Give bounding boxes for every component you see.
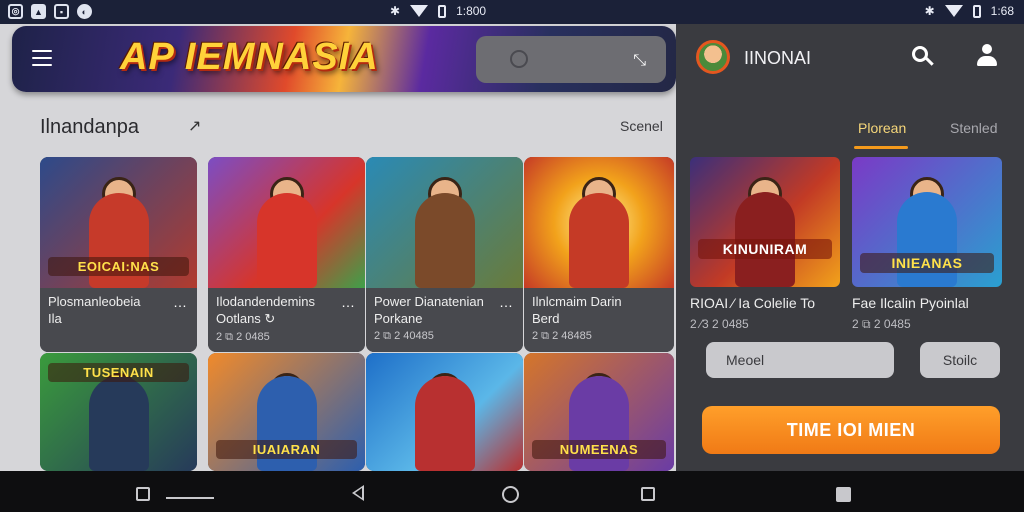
stop-icon[interactable] bbox=[836, 487, 851, 502]
wifi-icon bbox=[410, 5, 429, 17]
game-thumbnail bbox=[366, 157, 523, 288]
character-figure bbox=[569, 193, 629, 288]
featured-thumbnail: KINUNIRAM bbox=[690, 157, 840, 287]
avatar[interactable] bbox=[696, 40, 730, 74]
game-thumbnail bbox=[366, 353, 523, 471]
character-figure bbox=[256, 193, 317, 288]
character-figure bbox=[414, 193, 475, 288]
user-icon[interactable] bbox=[976, 44, 998, 68]
card-meta: Ilnlcmaim Darin Berd 2 ⧉ 2 48485 bbox=[524, 288, 674, 352]
status-time-right: 1:68 bbox=[990, 4, 1014, 18]
game-card[interactable]: Ilodandendemins Ootlans ↻ 2 ⧉ 2 0485 … bbox=[208, 157, 365, 352]
sync-notification-icon: ◐ bbox=[77, 4, 92, 19]
search-icon[interactable] bbox=[910, 44, 936, 70]
more-options-icon[interactable]: … bbox=[341, 294, 355, 310]
card-title: Power Dianatenian bbox=[374, 294, 484, 309]
hamburger-icon[interactable] bbox=[32, 50, 52, 66]
stock-button[interactable]: Stoilc bbox=[920, 342, 1000, 378]
card-meta: Ilodandendemins Ootlans ↻ 2 ⧉ 2 0485 … bbox=[208, 288, 365, 352]
game-card[interactable] bbox=[366, 353, 523, 471]
panel-title: IINONAI bbox=[744, 48, 812, 68]
tab-other[interactable]: Stenled bbox=[950, 120, 997, 136]
featured-stats: 2 ⧉ 2 0485 bbox=[852, 317, 911, 331]
navigation-bar bbox=[0, 471, 1024, 512]
side-panel: IINONAI Plorean Stenled KINUNIRAM RIOAI … bbox=[676, 24, 1024, 471]
mic-icon[interactable]: ⤡ bbox=[633, 52, 646, 70]
top-app-bar: AP IEMNASIA ⤡ bbox=[12, 26, 676, 92]
more-options-icon[interactable]: … bbox=[173, 294, 187, 310]
model-button[interactable]: Meoel bbox=[706, 342, 894, 378]
game-card[interactable]: IUAIARAN bbox=[208, 353, 365, 471]
section-title: Ilnandanpa bbox=[40, 116, 139, 138]
image-notification-icon: ▲ bbox=[31, 4, 46, 19]
game-banner: NUMEENAS bbox=[532, 440, 666, 459]
game-card[interactable]: TUSENAIN bbox=[40, 353, 197, 471]
character-figure bbox=[414, 376, 475, 471]
featured-banner: KINUNIRAM bbox=[698, 239, 832, 259]
tab-active[interactable]: Plorean bbox=[858, 120, 906, 136]
see-all-link[interactable]: Scenel bbox=[620, 118, 663, 134]
overview-icon[interactable] bbox=[641, 487, 655, 501]
home-icon[interactable] bbox=[502, 486, 519, 503]
gesture-bar[interactable] bbox=[166, 497, 214, 499]
file-notification-icon: ▪ bbox=[54, 4, 69, 19]
card-stats: 2 ⧉ 2 48485 bbox=[532, 330, 592, 342]
card-meta: Plosmanleobeia Ila … bbox=[40, 288, 197, 352]
game-banner: EOICAI:NAS bbox=[48, 257, 189, 276]
card-title: Ilodandendemins bbox=[216, 294, 316, 309]
battery-icon-right bbox=[972, 4, 981, 18]
card-stats: 2 ⧉ 2 40485 bbox=[374, 330, 434, 342]
main-content: AP IEMNASIA ⤡ Ilnandanpa ↗ Scenel EOICAI… bbox=[0, 24, 676, 471]
status-time-left: 1:800 bbox=[456, 4, 487, 18]
more-options-icon[interactable]: … bbox=[499, 294, 513, 310]
game-thumbnail: TUSENAIN bbox=[40, 353, 197, 471]
battery-icon bbox=[438, 4, 447, 18]
featured-stats: 2 ⁄3 2 0485 bbox=[690, 317, 749, 331]
bluetooth-icon: ✱ bbox=[390, 4, 401, 18]
wifi-icon-right bbox=[944, 5, 963, 17]
card-title: Plosmanleobeia bbox=[48, 294, 141, 309]
search-input[interactable]: ⤡ bbox=[476, 36, 666, 83]
card-subtitle: Porkane bbox=[374, 311, 423, 326]
back-icon[interactable] bbox=[352, 485, 364, 501]
app-root: ◎ ▲ ▪ ◐ ✱ 1:800 ✱ 1:68 AP IEMNASIA ⤡ Iln… bbox=[0, 0, 1024, 512]
game-card[interactable]: NUMEENAS bbox=[524, 353, 674, 471]
card-subtitle: Ila bbox=[48, 311, 62, 326]
trend-arrow-icon: ↗ bbox=[188, 118, 202, 135]
game-thumbnail bbox=[208, 157, 365, 288]
app-notification-icon: ◎ bbox=[8, 4, 23, 19]
featured-thumbnail: INIEANAS bbox=[852, 157, 1002, 287]
status-bar: ◎ ▲ ▪ ◐ ✱ 1:800 ✱ 1:68 bbox=[0, 0, 1024, 24]
tab-indicator bbox=[854, 146, 908, 149]
search-icon bbox=[510, 50, 528, 68]
recents-icon[interactable] bbox=[136, 487, 150, 501]
card-subtitle: Berd bbox=[532, 311, 560, 326]
card-stats: 2 ⧉ 2 0485 bbox=[216, 331, 270, 343]
card-subtitle: Ootlans ↻ bbox=[216, 311, 276, 326]
game-card[interactable]: Ilnlcmaim Darin Berd 2 ⧉ 2 48485 bbox=[524, 157, 674, 352]
game-thumbnail bbox=[524, 157, 674, 288]
featured-title: RIOAI ⁄ Ia Colelie To bbox=[690, 295, 816, 311]
card-title: Ilnlcmaim Darin bbox=[532, 294, 622, 309]
game-thumbnail: IUAIARAN bbox=[208, 353, 365, 471]
card-meta: Power Dianatenian Porkane 2 ⧉ 2 40485 … bbox=[366, 288, 523, 352]
cta-button[interactable]: TIME IOI MIEN bbox=[702, 406, 1000, 454]
brand-logo: AP IEMNASIA bbox=[120, 36, 379, 78]
featured-card[interactable]: INIEANAS Fae Ilcalin Pyoinlal 2 ⧉ 2 0485 bbox=[852, 157, 1002, 332]
game-thumbnail: EOICAI:NAS bbox=[40, 157, 197, 288]
featured-card[interactable]: KINUNIRAM RIOAI ⁄ Ia Colelie To 2 ⁄3 2 0… bbox=[690, 157, 840, 331]
featured-banner: INIEANAS bbox=[860, 253, 994, 273]
character-figure bbox=[88, 376, 149, 471]
featured-title: Fae Ilcalin Pyoinlal bbox=[852, 295, 969, 311]
game-card[interactable]: Power Dianatenian Porkane 2 ⧉ 2 40485 … bbox=[366, 157, 523, 352]
game-thumbnail: NUMEENAS bbox=[524, 353, 674, 471]
game-banner: IUAIARAN bbox=[216, 440, 357, 459]
bluetooth-icon-right: ✱ bbox=[924, 4, 935, 18]
game-card[interactable]: EOICAI:NAS Plosmanleobeia Ila … bbox=[40, 157, 197, 352]
game-banner: TUSENAIN bbox=[48, 363, 189, 382]
